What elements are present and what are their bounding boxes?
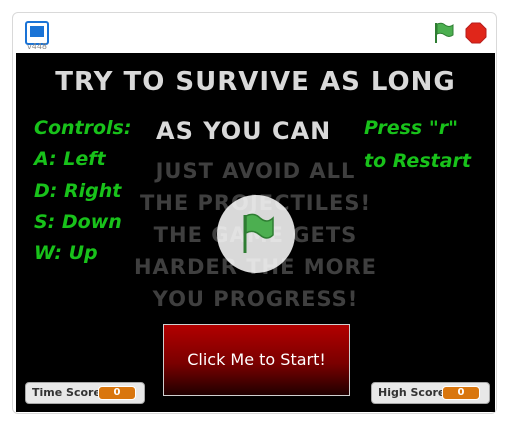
instruction-line: JUST AVOID ALL [155,159,356,183]
project-player: v448 TRY TO SURVIVE AS LONG AS YOU CAN C… [12,12,497,414]
green-flag-icon [243,213,274,253]
game-title-line1: TRY TO SURVIVE AS LONG [55,67,456,97]
controls-heading: Controls: [34,117,132,139]
green-flag-overlay-button[interactable] [217,195,295,273]
version-label: v448 [27,42,48,51]
high-score-label: High Score [378,386,446,399]
start-button[interactable]: Click Me to Start! [163,324,350,396]
stop-icon[interactable] [464,21,488,45]
green-flag-icon[interactable] [432,21,456,45]
restart-hint-line1: Press "r" [364,117,458,139]
game-title-line2: AS YOU CAN [156,117,332,145]
time-score-label: Time Score [32,386,101,399]
stage[interactable]: TRY TO SURVIVE AS LONG AS YOU CAN Contro… [16,53,495,412]
time-score-monitor: Time Score 0 [25,382,145,404]
instruction-line: YOU PROGRESS! [152,287,359,311]
high-score-monitor: High Score 0 [371,382,490,404]
high-score-value: 0 [442,386,480,400]
time-score-value: 0 [98,386,136,400]
player-toolbar: v448 [13,13,496,53]
